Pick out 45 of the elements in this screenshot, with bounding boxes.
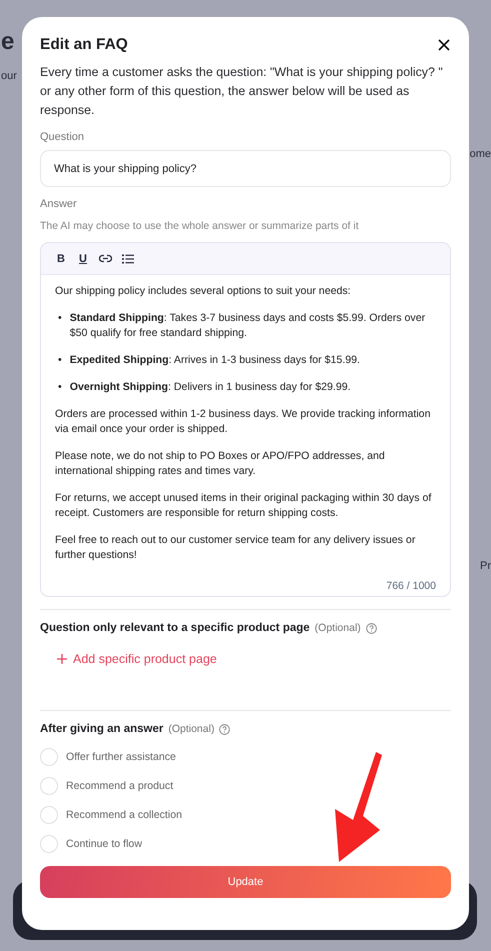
bullet-mark: • bbox=[58, 380, 62, 395]
dialog-description: Every time a customer asks the question: "What is your shipping policy? " or any other form of this question, the answer below will be used as response. bbox=[40, 64, 444, 119]
optional-label: (Optional) bbox=[168, 723, 214, 735]
answer-paragraph: Orders are processed within 1-2 business days. We provide tracking information via email once your order is shipped. bbox=[55, 407, 432, 437]
radio-label[interactable]: Offer further assistance bbox=[66, 751, 176, 763]
help-icon[interactable] bbox=[366, 622, 377, 634]
question-field[interactable]: What is your shipping policy? bbox=[40, 150, 451, 187]
bullet-mark: • bbox=[58, 311, 62, 326]
radio-button[interactable] bbox=[40, 806, 58, 824]
radio-label[interactable]: Recommend a collection bbox=[66, 809, 182, 821]
radio-button[interactable] bbox=[40, 777, 58, 795]
answer-paragraph: For returns, we accept unused items in their original packaging within 30 days of receipt. Customers are responsible for return shipping costs. bbox=[55, 491, 432, 521]
section-title: Question only relevant to a specific product page bbox=[40, 622, 310, 634]
bold-button[interactable]: B bbox=[55, 252, 67, 264]
bullet-mark: • bbox=[58, 353, 62, 368]
close-icon[interactable] bbox=[438, 39, 450, 51]
answer-paragraph: Feel free to reach out to our customer service team for any delivery issues or further questions! bbox=[55, 533, 416, 563]
page-text: Pr bbox=[480, 560, 491, 572]
radio-button[interactable] bbox=[40, 748, 58, 766]
list-item: Expedited Shipping: Arrives in 1-3 business days for $15.99. bbox=[70, 353, 360, 368]
field-label: Answer bbox=[40, 198, 78, 210]
section-title: After giving an answer bbox=[40, 723, 164, 735]
answer-paragraph: Our shipping policy includes several options to suit your needs: bbox=[55, 284, 352, 299]
answer-paragraph: Please note, we do not ship to PO Boxes or APO/FPO addresses, and international shipping rates and times vary. bbox=[55, 449, 386, 479]
plus-icon bbox=[57, 654, 67, 664]
dialog-title: Edit an FAQ bbox=[40, 36, 128, 54]
radio-button[interactable] bbox=[40, 835, 58, 853]
radio-label[interactable]: Recommend a product bbox=[66, 780, 174, 792]
underline-button[interactable]: U bbox=[77, 252, 89, 264]
update-button[interactable]: Update bbox=[40, 866, 451, 898]
help-icon[interactable] bbox=[219, 724, 230, 734]
page-subtitle: our bbox=[1, 70, 18, 82]
field-hint: The AI may choose to use the whole answer or summarize parts of it bbox=[40, 220, 360, 232]
page-text: ome bbox=[470, 148, 491, 160]
list-item: Overnight Shipping: Delivers in 1 business day for $29.99. bbox=[70, 380, 351, 395]
character-count: 766 / 1000 bbox=[386, 580, 437, 594]
list-item: Standard Shipping: Takes 3-7 business days and costs $5.99. Orders over $50 qualify for free standard shipping. bbox=[70, 311, 426, 341]
list-icon[interactable] bbox=[122, 254, 134, 264]
radio-label[interactable]: Continue to flow bbox=[66, 838, 142, 850]
field-label: Question bbox=[40, 131, 86, 143]
optional-label: (Optional) bbox=[314, 622, 361, 634]
page-title: e bbox=[1, 28, 16, 56]
answer-editor[interactable] bbox=[40, 242, 451, 597]
add-product-page-link[interactable]: Add specific product page bbox=[57, 652, 217, 666]
link-icon[interactable] bbox=[99, 254, 112, 263]
